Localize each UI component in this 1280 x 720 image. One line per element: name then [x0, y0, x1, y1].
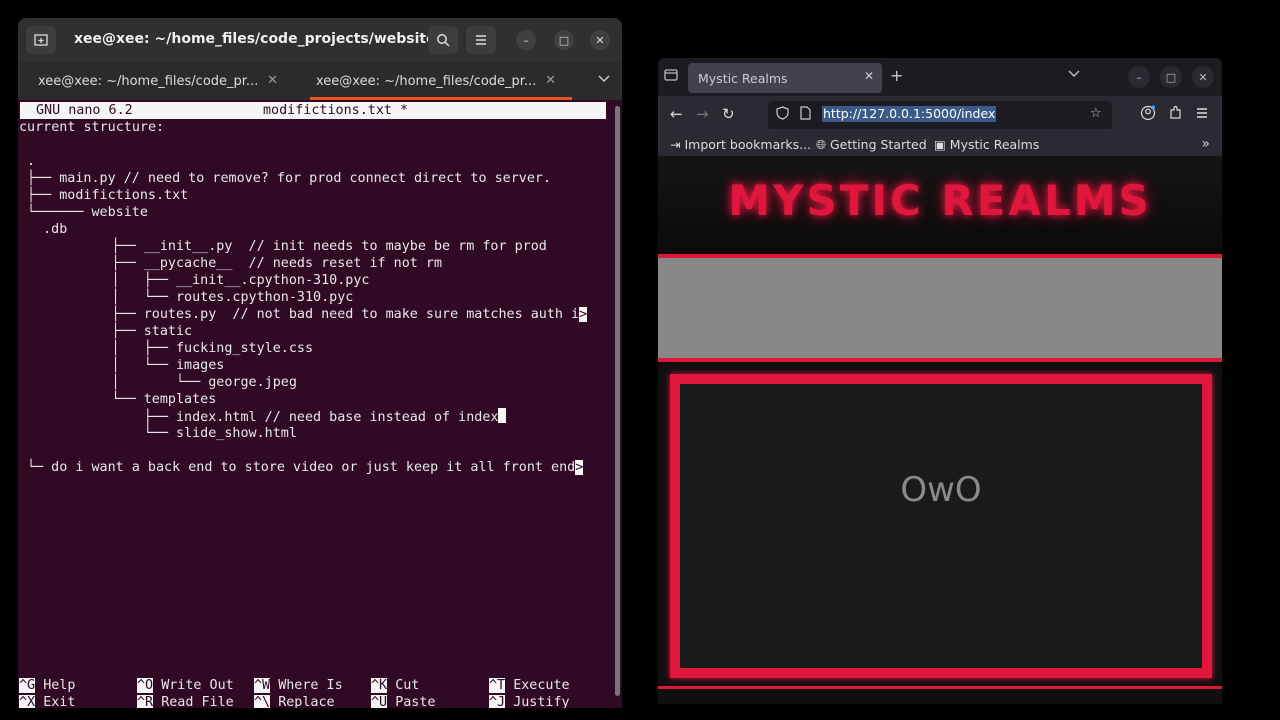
shortcut-paste[interactable]: ^U Paste	[371, 694, 436, 708]
shortcut-read-file[interactable]: ^R Read File	[137, 694, 234, 708]
code-line: current structure:	[19, 120, 165, 135]
search-icon[interactable]	[428, 26, 458, 54]
url-bar[interactable]: http://127.0.0.1:5000/index ☆	[768, 101, 1112, 129]
code-line: ├── routes.py // not bad need to make su…	[47, 307, 580, 322]
maximize-icon[interactable]: □	[554, 30, 574, 50]
shield-icon[interactable]	[776, 106, 789, 124]
account-icon[interactable]	[1140, 105, 1156, 125]
minimize-icon[interactable]: –	[1128, 66, 1150, 88]
code-line: │ └── george.jpeg	[47, 375, 297, 390]
terminal-tab-2[interactable]: xee@xee: ~/home_files/code_pr... ✕	[296, 62, 574, 100]
tab-label: xee@xee: ~/home_files/code_pr...	[316, 73, 537, 89]
slide-text: OwO	[900, 470, 982, 510]
code-line: │ └── routes.cpython-310.pyc	[47, 290, 354, 305]
text-cursor	[498, 408, 507, 423]
terminal-title: xee@xee: ~/home_files/code_projects/webs…	[74, 31, 459, 47]
grey-banner	[658, 254, 1222, 362]
bookmark-favicon-icon: ▣	[934, 137, 946, 152]
shortcut-cut[interactable]: ^K Cut	[371, 677, 419, 694]
forward-arrow-icon[interactable]: →	[696, 105, 709, 123]
import-icon: ⇥	[670, 137, 681, 152]
bookmark-import[interactable]: ⇥ Import bookmarks...	[670, 137, 811, 152]
extensions-icon[interactable]	[1168, 105, 1183, 124]
code-line-with-cursor: ├── index.html // need base instead of i…	[47, 408, 507, 425]
site-header: MYSTIC REALMS	[658, 156, 1222, 254]
globe-icon: 🌐︎	[816, 137, 827, 152]
browser-navbar: ← → ↻ http://127.0.0.1:5000/index ☆	[658, 96, 1222, 134]
nano-header: GNU nano 6.2 modifictions.txt *	[20, 102, 606, 119]
web-page: MYSTIC REALMS OwO	[658, 156, 1222, 704]
terminal-tab-bar: xee@xee: ~/home_files/code_pr... ✕ xee@x…	[18, 62, 622, 100]
slide-show-frame: OwO	[670, 374, 1212, 678]
nano-filename: modifictions.txt *	[263, 103, 409, 118]
code-line-truncated: ├── routes.py // not bad need to make su…	[47, 306, 588, 323]
terminal-window: xee@xee: ~/home_files/code_projects/webs…	[18, 18, 622, 708]
code-line: ├── index.html // need base instead of i…	[47, 410, 499, 425]
code-line: └── templates	[47, 392, 217, 407]
shortcut-write-out[interactable]: ^O Write Out	[137, 677, 234, 694]
bookmark-getting-started[interactable]: 🌐︎ Getting Started	[816, 137, 927, 153]
back-arrow-icon[interactable]: ←	[670, 105, 683, 123]
browser-tab-mystic-realms[interactable]: Mystic Realms ✕	[688, 63, 882, 93]
chevron-down-icon[interactable]	[1068, 68, 1080, 81]
code-line: │ ├── __init__.cpython-310.pyc	[47, 273, 370, 288]
star-bookmark-icon[interactable]: ☆	[1090, 106, 1102, 121]
tab-close-icon[interactable]: ✕	[545, 73, 556, 88]
shortcut-replace[interactable]: ^\ Replace	[254, 694, 335, 708]
shortcut-help[interactable]: ^G Help	[19, 677, 75, 694]
sidebar-toggle-icon[interactable]	[664, 68, 678, 86]
browser-window: Mystic Realms ✕ + – □ ✕ ← → ↻ http://127…	[658, 58, 1222, 704]
site-title: MYSTIC REALMS	[728, 176, 1152, 225]
code-line: ├── __init__.py // init needs to maybe b…	[47, 239, 547, 254]
hamburger-menu-icon[interactable]	[466, 26, 496, 54]
maximize-icon[interactable]: □	[1160, 66, 1182, 88]
close-tab-icon[interactable]: ✕	[864, 69, 874, 83]
shortcut-exit[interactable]: ^X Exit	[19, 694, 75, 708]
line-overflow-marker: >	[575, 460, 584, 475]
code-line: │ └── images	[47, 358, 225, 373]
terminal-scrollbar[interactable]	[615, 106, 620, 696]
browser-tab-title: Mystic Realms	[698, 70, 788, 86]
close-icon[interactable]: ✕	[1192, 66, 1214, 88]
chevron-down-icon[interactable]	[598, 72, 610, 86]
code-line: ├── main.py // need to remove? for prod …	[27, 171, 552, 186]
shortcut-execute[interactable]: ^T Execute	[489, 677, 570, 694]
code-line: .db	[27, 222, 68, 237]
bookmarks-toolbar: ⇥ Import bookmarks... 🌐︎ Getting Started…	[658, 134, 1222, 156]
new-tab-icon[interactable]	[26, 26, 56, 54]
terminal-tab-1[interactable]: xee@xee: ~/home_files/code_pr... ✕	[18, 62, 296, 100]
code-line: ├── __pycache__ // needs reset if not rm	[47, 256, 443, 271]
hamburger-menu-icon[interactable]	[1196, 105, 1208, 123]
code-line: └─ do i want a back end to store video o…	[27, 460, 576, 475]
code-line: │ ├── fucking_style.css	[47, 341, 314, 356]
shortcut-justify[interactable]: ^J Justify	[489, 694, 570, 708]
terminal-titlebar: xee@xee: ~/home_files/code_projects/webs…	[18, 18, 622, 62]
browser-tab-bar: Mystic Realms ✕ + – □ ✕	[658, 58, 1222, 96]
code-line: ├── modifictions.txt	[27, 188, 189, 203]
terminal-content[interactable]: GNU nano 6.2 modifictions.txt * current …	[18, 100, 622, 708]
plus-icon[interactable]: +	[890, 66, 903, 85]
double-chevron-right-icon[interactable]: »	[1201, 136, 1210, 152]
tab-label: xee@xee: ~/home_files/code_pr...	[38, 73, 259, 89]
code-line: └────── website	[27, 205, 148, 220]
tab-close-icon[interactable]: ✕	[267, 73, 278, 88]
code-line: └── slide_show.html	[47, 426, 297, 441]
url-text[interactable]: http://127.0.0.1:5000/index	[822, 106, 997, 122]
footer-divider	[658, 686, 1222, 689]
code-line: .	[27, 154, 36, 169]
line-overflow-marker: >	[579, 307, 588, 322]
code-line: ├── static	[47, 324, 193, 339]
minimize-icon[interactable]: –	[516, 30, 536, 50]
shortcut-where-is[interactable]: ^W Where Is	[254, 677, 343, 694]
page-icon	[800, 106, 811, 124]
reload-icon[interactable]: ↻	[722, 105, 735, 123]
bookmark-mystic-realms[interactable]: ▣ Mystic Realms	[934, 137, 1039, 152]
close-icon[interactable]: ✕	[590, 30, 610, 50]
nano-version: GNU nano 6.2	[36, 103, 133, 118]
code-line-truncated: └─ do i want a back end to store video o…	[27, 459, 584, 476]
